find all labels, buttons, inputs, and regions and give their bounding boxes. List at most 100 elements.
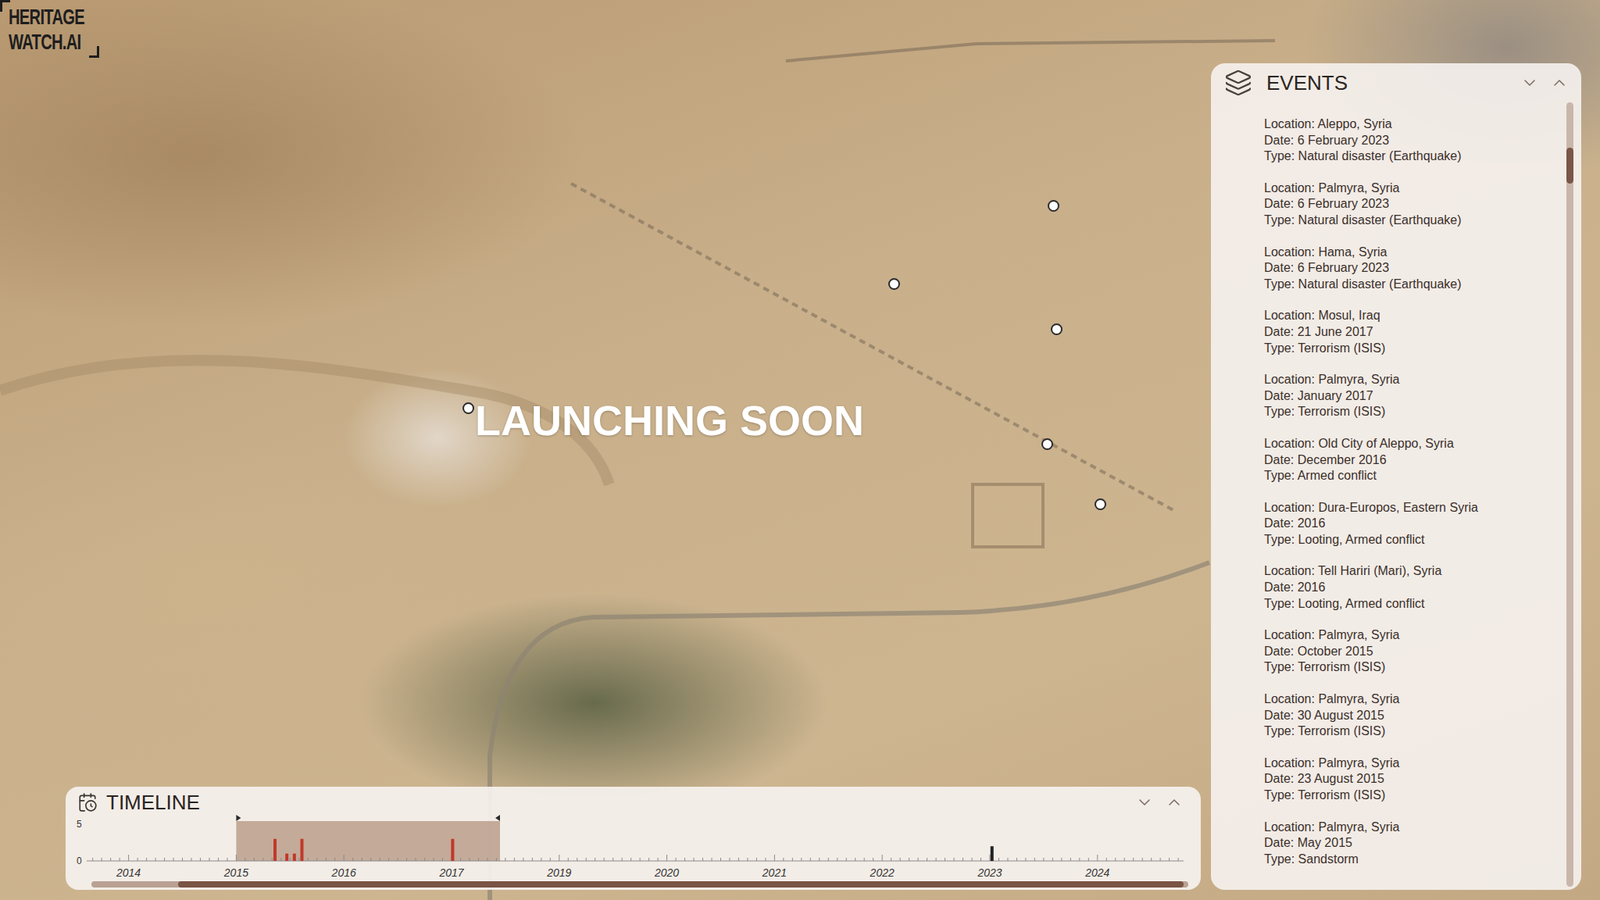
month-tick bbox=[504, 857, 506, 861]
month-tick bbox=[774, 854, 775, 861]
event-type: Type: Terrorism (ISIS) bbox=[1264, 659, 1567, 676]
events-body: Location: Aleppo, SyriaDate: 6 February … bbox=[1210, 102, 1582, 890]
month-tick bbox=[1150, 857, 1152, 861]
month-tick bbox=[1178, 857, 1179, 861]
month-tick bbox=[164, 857, 165, 861]
selection-end-handle[interactable] bbox=[495, 814, 500, 822]
event-item[interactable]: Location: Palmyra, SyriaDate: 23 August … bbox=[1264, 755, 1567, 804]
timeline-bar[interactable] bbox=[990, 846, 994, 861]
event-location: Location: Dura-Europos, Eastern Syria bbox=[1264, 500, 1567, 517]
events-scroll-thumb[interactable] bbox=[1566, 147, 1574, 184]
x-tick-label: 2017 bbox=[438, 866, 465, 879]
event-item[interactable]: Location: Dura-Europos, Eastern SyriaDat… bbox=[1264, 500, 1567, 549]
event-item[interactable]: Location: Old City of Aleppo, SyriaDate:… bbox=[1264, 435, 1567, 485]
month-tick bbox=[630, 857, 632, 861]
month-tick bbox=[971, 857, 973, 861]
timeline-bar[interactable] bbox=[273, 839, 277, 861]
event-date: Date: January 2017 bbox=[1264, 388, 1567, 405]
month-tick bbox=[558, 854, 560, 861]
month-tick bbox=[433, 857, 435, 861]
event-item[interactable]: Location: Palmyra, SyriaDate: May 2015Ty… bbox=[1264, 819, 1567, 868]
month-tick bbox=[460, 857, 461, 861]
map-pin[interactable] bbox=[1094, 498, 1107, 511]
map-pin[interactable] bbox=[1047, 200, 1060, 212]
map-pin[interactable] bbox=[1041, 438, 1054, 450]
month-tick bbox=[675, 857, 677, 861]
chevron-up-icon[interactable] bbox=[1164, 792, 1184, 812]
month-tick bbox=[621, 857, 623, 861]
month-tick bbox=[953, 857, 955, 861]
month-tick bbox=[397, 857, 399, 861]
event-type: Type: Armed conflict bbox=[1264, 467, 1567, 485]
timeline-selection[interactable] bbox=[235, 821, 500, 861]
month-tick bbox=[728, 857, 730, 861]
month-tick bbox=[307, 857, 309, 861]
timeline-bar[interactable] bbox=[285, 853, 289, 861]
month-tick bbox=[262, 857, 264, 861]
event-type: Type: Sandstorm bbox=[1264, 851, 1567, 868]
month-tick bbox=[343, 854, 345, 861]
event-item[interactable]: Location: Palmyra, SyriaDate: January 20… bbox=[1264, 371, 1567, 421]
events-panel: EVENTSLocation: Aleppo, SyriaDate: 6 Feb… bbox=[1210, 63, 1582, 890]
chevron-down-icon[interactable] bbox=[1520, 73, 1540, 93]
month-tick bbox=[200, 857, 201, 861]
month-tick bbox=[926, 857, 928, 861]
month-tick bbox=[1168, 857, 1170, 861]
month-tick bbox=[882, 854, 883, 861]
event-item[interactable]: Location: Palmyra, SyriaDate: 30 August … bbox=[1264, 691, 1567, 740]
month-tick bbox=[890, 857, 892, 861]
timeline-controls bbox=[1135, 792, 1184, 812]
month-tick bbox=[406, 857, 408, 861]
event-location: Location: Palmyra, Syria bbox=[1264, 755, 1567, 772]
month-tick bbox=[1034, 857, 1036, 861]
month-tick bbox=[1142, 857, 1143, 861]
event-date: Date: 6 February 2023 bbox=[1264, 132, 1567, 150]
month-tick bbox=[1106, 857, 1108, 861]
event-date: Date: 6 February 2023 bbox=[1264, 196, 1567, 213]
month-tick bbox=[828, 857, 829, 861]
event-item[interactable]: Location: Palmyra, SyriaDate: October 20… bbox=[1264, 627, 1567, 676]
timeline-bar[interactable] bbox=[450, 839, 454, 861]
month-tick bbox=[208, 857, 210, 861]
timeline-chart[interactable]: 5020142015201620172019202020212022202320… bbox=[65, 814, 1201, 890]
timeline-scroll-track[interactable] bbox=[91, 881, 1189, 888]
timeline-bar[interactable] bbox=[292, 853, 297, 861]
month-tick bbox=[720, 857, 722, 861]
event-location: Location: Palmyra, Syria bbox=[1264, 371, 1567, 389]
month-tick bbox=[101, 857, 103, 861]
chevron-up-icon[interactable] bbox=[1550, 73, 1569, 93]
events-scroll-track[interactable] bbox=[1566, 102, 1574, 887]
event-item[interactable]: Location: Mosul, IraqDate: 21 June 2017T… bbox=[1264, 307, 1567, 357]
timeline-bar[interactable] bbox=[300, 839, 304, 861]
month-tick bbox=[522, 857, 524, 861]
event-location: Location: Hama, Syria bbox=[1264, 244, 1567, 261]
chevron-down-icon[interactable] bbox=[1135, 792, 1154, 812]
event-date: Date: 30 August 2015 bbox=[1264, 707, 1567, 725]
month-tick bbox=[334, 857, 336, 861]
month-tick bbox=[836, 857, 838, 861]
month-tick bbox=[1007, 857, 1008, 861]
x-tick-label: 2023 bbox=[976, 866, 1002, 879]
event-type: Type: Terrorism (ISIS) bbox=[1264, 723, 1567, 740]
event-date: Date: 2016 bbox=[1264, 515, 1567, 533]
event-item[interactable]: Location: Aleppo, SyriaDate: 6 February … bbox=[1264, 116, 1567, 165]
logo[interactable]: HERITAGEWATCH.AI bbox=[0, 0, 100, 58]
month-tick bbox=[944, 857, 946, 861]
event-item[interactable]: Location: Palmyra, SyriaDate: 6 February… bbox=[1264, 180, 1567, 229]
map-pin[interactable] bbox=[888, 278, 900, 290]
event-item[interactable]: Location: Hama, SyriaDate: 6 February 20… bbox=[1264, 244, 1567, 293]
x-tick-label: 2016 bbox=[331, 866, 357, 879]
month-tick bbox=[585, 857, 587, 861]
map-pin[interactable] bbox=[1050, 323, 1063, 336]
month-tick bbox=[908, 857, 910, 861]
timeline-scroll-thumb[interactable] bbox=[178, 881, 1184, 888]
event-location: Location: Palmyra, Syria bbox=[1264, 819, 1567, 836]
month-tick bbox=[514, 857, 515, 861]
event-date: Date: October 2015 bbox=[1264, 643, 1567, 661]
selection-start-handle[interactable] bbox=[235, 814, 241, 822]
event-date: Date: December 2016 bbox=[1264, 452, 1567, 469]
month-tick bbox=[155, 857, 157, 861]
map-pin[interactable] bbox=[462, 402, 475, 415]
event-item[interactable]: Location: Tell Hariri (Mari), SyriaDate:… bbox=[1264, 563, 1567, 612]
month-tick bbox=[693, 857, 695, 861]
